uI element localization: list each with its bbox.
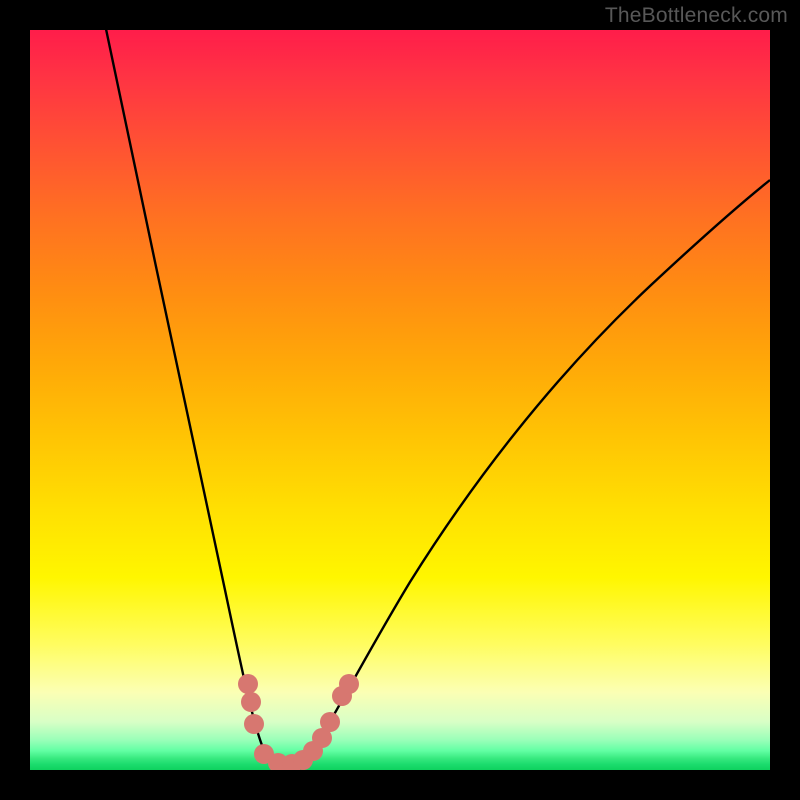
dot-cluster — [238, 674, 359, 770]
curve-right-branch — [286, 180, 770, 768]
curve-left-branch — [102, 30, 286, 768]
chart-stage: TheBottleneck.com — [0, 0, 800, 800]
dot — [238, 674, 258, 694]
plot-area — [30, 30, 770, 770]
curve-layer — [30, 30, 770, 770]
dot — [244, 714, 264, 734]
dot — [241, 692, 261, 712]
dot — [320, 712, 340, 732]
watermark-text: TheBottleneck.com — [605, 4, 788, 28]
dot — [339, 674, 359, 694]
